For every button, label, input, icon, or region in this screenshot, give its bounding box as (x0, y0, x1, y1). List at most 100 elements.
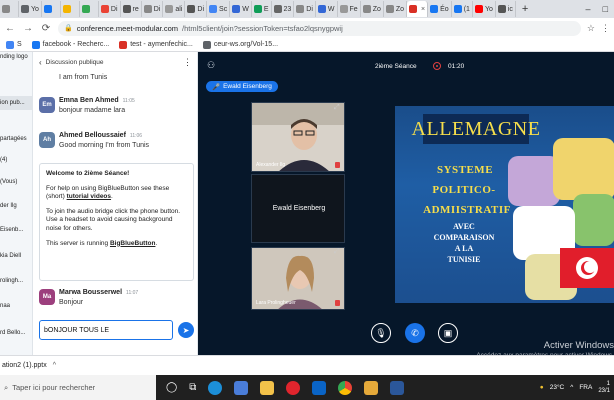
browser-tab[interactable]: 23 (272, 1, 295, 17)
user-list-item[interactable]: Eisenb... (0, 227, 23, 233)
browser-tab[interactable]: Di (294, 1, 316, 17)
session-title: 2ième Séance (375, 63, 417, 70)
browser-tab[interactable]: Zo (361, 1, 384, 17)
user-list-item[interactable]: partagées (0, 136, 27, 142)
address-bar[interactable]: 🔒 conference.meet-modular.com/html5clien… (58, 20, 581, 36)
language-indicator[interactable]: FRA (579, 384, 592, 391)
camera-button[interactable]: ▣ (438, 323, 458, 343)
browser-tab[interactable] (0, 1, 19, 17)
user-list-item[interactable]: rolingh... (0, 278, 23, 284)
widgets-icon[interactable]: ⧉ (189, 382, 196, 393)
message-text: Good morning I'm from Tunis (59, 142, 150, 149)
browser-tab[interactable]: ic (496, 1, 516, 17)
sender-name: Emna Ben Ahmed (59, 97, 119, 104)
back-icon[interactable]: ← (4, 23, 16, 34)
user-list-item[interactable]: kia Diell (0, 253, 21, 259)
user-list-item[interactable]: der Ilg (0, 203, 17, 209)
slide-line: A LA (454, 244, 474, 253)
bookmarks-bar: Sfacebook - Recherc... test - aymenfechic… (0, 38, 614, 52)
expand-icon[interactable]: ⤢ (334, 104, 340, 112)
more-options-icon[interactable]: ⋮ (183, 57, 192, 68)
weather-icon[interactable]: ● (540, 384, 544, 391)
browser-tab[interactable]: Yo (473, 1, 496, 17)
bookmark-item[interactable]: facebook - Recherc... (31, 40, 109, 49)
tutorial-videos-link[interactable]: tutorial videos (67, 193, 111, 200)
task-view-icon[interactable]: ◯ (166, 382, 177, 393)
file-explorer-icon[interactable] (260, 380, 275, 395)
download-file-name[interactable]: ation2 (1).pptx (2, 362, 47, 369)
browser-tab[interactable]: Zo (384, 1, 408, 17)
maximize-icon[interactable]: □ (603, 4, 608, 14)
browser-tab[interactable]: × (407, 1, 429, 17)
user-list-item[interactable]: rd Bello... (0, 330, 25, 336)
mute-microphone-button[interactable]: 🎙 (371, 323, 391, 343)
user-list-item[interactable]: (Vous) (0, 179, 17, 185)
webcam-tile[interactable]: Ewald Eisenberg (251, 174, 345, 243)
recording-timer: 01:20 (448, 63, 465, 70)
browser-tab[interactable] (61, 1, 80, 17)
users-icon[interactable]: ⚇ (207, 60, 215, 71)
welcome-server-text: This server is running (46, 239, 110, 247)
bbb-app: nding logo ion pub... partagées (4) (Vous) de… (0, 52, 614, 359)
star-icon[interactable]: ☆ (587, 23, 595, 34)
browser-tab[interactable]: Di (99, 1, 121, 17)
tab-label: E (263, 5, 269, 13)
bookmark-item[interactable]: ceur-ws.org/Vol-15... (202, 40, 278, 49)
browser-tab[interactable]: Di (142, 1, 164, 17)
webcam-tile[interactable]: Alexander Ilg (251, 102, 345, 172)
tab-favicon-icon (497, 5, 506, 13)
edge-icon[interactable] (208, 380, 223, 395)
audio-button[interactable]: ✆ (405, 323, 425, 343)
record-icon[interactable] (433, 62, 441, 70)
taskbar-search[interactable]: ⌕ Taper ici pour rechercher (0, 375, 156, 400)
browser-tab[interactable]: W (230, 1, 252, 17)
mail-icon[interactable] (312, 380, 327, 395)
new-tab-button[interactable]: + (516, 3, 534, 15)
browser-tab[interactable] (42, 1, 61, 17)
browser-tab[interactable] (80, 1, 99, 17)
browser-tab[interactable]: (1 (452, 1, 473, 17)
word-icon[interactable] (390, 380, 405, 395)
minimize-icon[interactable]: – (586, 4, 591, 14)
user-list-item[interactable]: ion pub... (0, 96, 32, 110)
files-icon[interactable] (364, 380, 379, 395)
send-message-button[interactable]: ➤ (178, 322, 194, 338)
user-list-item[interactable]: (4) (0, 157, 7, 163)
reload-icon[interactable]: ⟳ (40, 23, 52, 34)
chat-title: Discussion publique (45, 58, 104, 66)
microphone-off-icon: 🎙 (375, 327, 387, 338)
extensions-icon[interactable]: ⋮ (601, 23, 610, 34)
message-time: 11:06 (129, 133, 143, 139)
chevron-left-icon[interactable]: ‹ (39, 58, 42, 67)
bookmark-item[interactable]: test - aymenfechic... (119, 40, 193, 49)
user-list-item[interactable]: naa (0, 303, 10, 309)
browser-tab[interactable]: W (316, 1, 338, 17)
browser-tab[interactable]: E (252, 1, 272, 17)
send-icon: ➤ (182, 325, 190, 335)
browser-tab[interactable]: Yo (19, 1, 42, 17)
chrome-icon[interactable] (338, 380, 353, 395)
browser-tab[interactable]: ali (163, 1, 186, 17)
browser-toolbar: ← → ⟳ 🔒 conference.meet-modular.com/html… (0, 18, 614, 38)
bookmark-item[interactable]: S (6, 40, 22, 49)
store-icon[interactable] (234, 380, 249, 395)
browser-tab[interactable]: Di (185, 1, 208, 17)
bigbluebutton-link[interactable]: BigBlueButton (110, 240, 156, 247)
browser-tab[interactable]: Sc (207, 1, 231, 17)
chat-panel: ‹ Discussion publique ⋮ I am from Tunis … (33, 52, 198, 355)
forward-icon[interactable]: → (22, 23, 34, 34)
browser-tab[interactable]: re (121, 1, 142, 17)
chevron-up-icon[interactable]: ^ (570, 384, 573, 391)
browser-tab[interactable]: Éo (428, 1, 452, 17)
webcam-tile[interactable]: Lara Prolingheuer (251, 247, 345, 310)
chevron-up-icon[interactable]: ^ (53, 362, 56, 369)
opera-icon[interactable] (286, 380, 301, 395)
user-list-item[interactable]: nding logo (0, 54, 28, 60)
expand-icon[interactable]: ⤢ (334, 248, 340, 256)
slide-line: TUNISIE (447, 255, 481, 264)
close-tab-icon[interactable]: × (421, 6, 425, 13)
chat-message-input[interactable]: bONJOUR TOUS LE (39, 320, 173, 340)
clock[interactable]: 1 23/1 (598, 381, 610, 395)
slide-line: AVEC (453, 222, 475, 231)
browser-tab[interactable]: Fe (338, 1, 361, 17)
